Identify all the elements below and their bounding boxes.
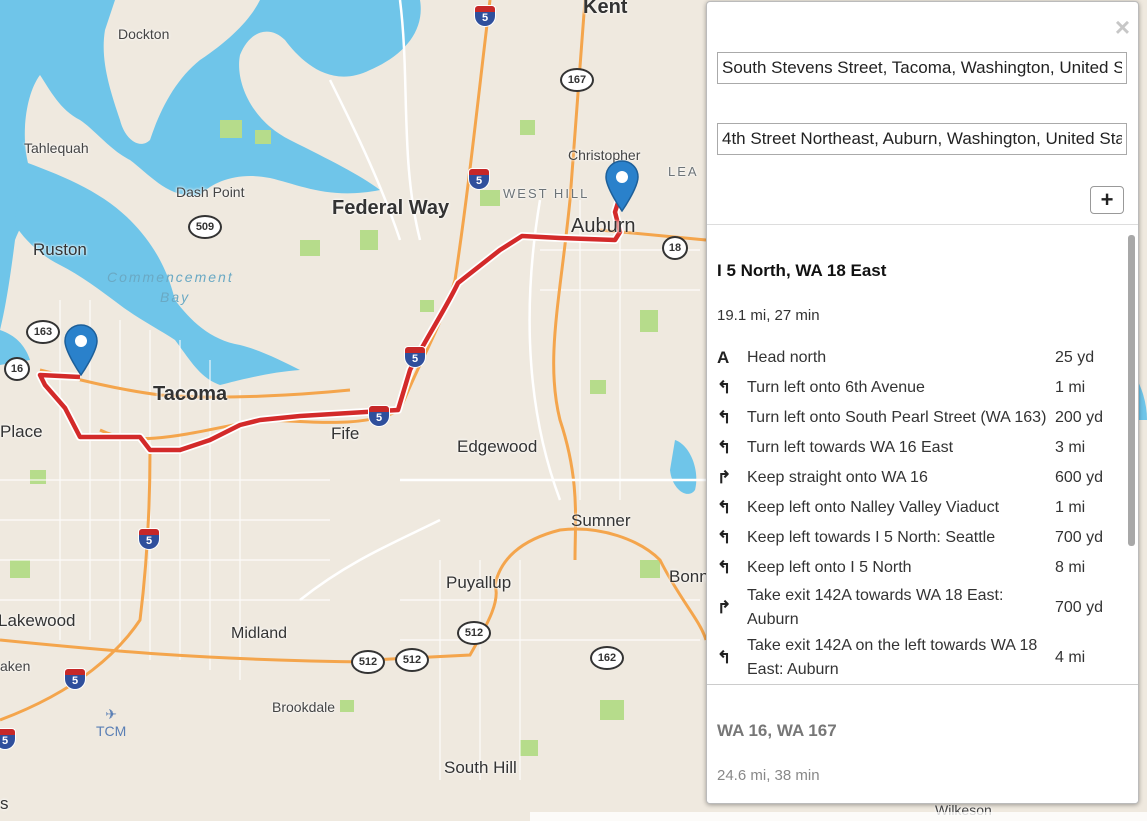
instruction-row[interactable]: ↰ Keep left onto I 5 North 8 mi: [717, 553, 1127, 583]
instruction-text: Keep left onto I 5 North: [747, 559, 912, 576]
from-address-input[interactable]: [717, 52, 1127, 84]
place-bonn: Bonn: [669, 567, 709, 586]
instruction-distance: 25 yd: [1055, 349, 1095, 366]
to-address-input[interactable]: [717, 123, 1127, 155]
instruction-row[interactable]: ↰ Turn left towards WA 16 East 3 mi: [717, 433, 1127, 463]
place-lakewood: Lakewood: [0, 611, 76, 630]
turn-left-icon: ↰: [717, 378, 732, 397]
scrollbar[interactable]: [1128, 235, 1135, 546]
map-attribution: [530, 812, 1147, 821]
place-kent: Kent: [583, 0, 628, 18]
instruction-row[interactable]: ↰ Take exit 142A on the left towards WA 1…: [717, 633, 1127, 683]
instruction-distance: 700 yd: [1055, 599, 1104, 616]
place-auburn: Auburn: [571, 215, 636, 237]
turn-left-icon: ↰: [717, 438, 732, 457]
instruction-text: Keep left towards I 5 North: Seattle: [747, 529, 996, 546]
instruction-distance: 8 mi: [1055, 559, 1086, 576]
instruction-text: Keep left onto Nalley Valley Viaduct: [747, 499, 1000, 516]
instruction-row[interactable]: ↰ Keep left onto Nalley Valley Viaduct 1 m…: [717, 493, 1127, 523]
add-waypoint-button[interactable]: +: [1090, 186, 1124, 214]
route-shield-512: 512: [457, 621, 491, 645]
instruction-row[interactable]: A Head north 25 yd: [717, 343, 1127, 373]
route-shield-167: 167: [560, 68, 594, 92]
instruction-text: Keep straight onto WA 16: [747, 469, 928, 486]
route-title: I 5 North, WA 18 East: [717, 261, 887, 280]
instruction-text: Turn left onto South Pearl Street (WA 16…: [747, 409, 1047, 426]
instruction-text: Turn left towards WA 16 East: [747, 439, 954, 456]
turn-right-icon: ↱: [717, 468, 732, 487]
place-puyallup: Puyallup: [446, 573, 512, 592]
route-shield-18: 18: [662, 236, 688, 260]
place-tacoma: Tacoma: [153, 383, 228, 405]
place-dockton: Dockton: [118, 26, 170, 42]
close-icon[interactable]: ×: [1115, 14, 1130, 40]
place-bay: Bay: [160, 289, 191, 305]
place-tahlequah: Tahlequah: [24, 140, 89, 156]
place-south-hill: South Hill: [444, 758, 517, 777]
place-commencement: Commencement: [107, 269, 234, 285]
instruction-text: Head north: [747, 349, 827, 366]
route-summary: 19.1 mi, 27 min: [717, 307, 820, 324]
route-shield-162: 162: [590, 646, 624, 670]
interstate-shield-icon: 5: [368, 405, 390, 427]
route-shield-509: 509: [188, 215, 222, 239]
route-shield-163: 163: [26, 320, 60, 344]
place-tcm: TCM: [96, 723, 127, 739]
place-west-hill: WEST HILL: [503, 186, 590, 201]
place-fife: Fife: [331, 424, 360, 443]
turn-left-icon: ↰: [717, 648, 732, 667]
route-alternative-selected[interactable]: I 5 North, WA 18 East 19.1 mi, 27 min AH…: [707, 225, 1127, 684]
route-shield-16: 16: [4, 357, 30, 381]
interstate-shield-icon: 5: [64, 668, 86, 690]
start-icon: A: [717, 348, 730, 367]
interstate-shield-icon: 5: [474, 5, 496, 27]
place-aken: aken: [0, 658, 31, 674]
instruction-list: A Head north 25 yd ↰ Turn left onto 6th Aven…: [717, 343, 1127, 683]
interstate-shield-icon: 5: [0, 728, 16, 750]
instruction-row[interactable]: ↰ Turn left onto South Pearl Street (WA 1…: [717, 403, 1127, 433]
airport-icon: ✈ TCM: [96, 706, 127, 739]
instruction-row[interactable]: ↰ Turn left onto 6th Avenue 1 mi: [717, 373, 1127, 403]
turn-right-icon: ↱: [717, 598, 732, 617]
route-list[interactable]: I 5 North, WA 18 East 19.1 mi, 27 min AH…: [707, 225, 1138, 803]
place-federal-way: Federal Way: [332, 197, 450, 219]
place-midland: Midland: [231, 625, 288, 642]
instruction-text: Take exit 142A towards WA 18 East: Aubur…: [747, 587, 1004, 628]
route-alternative[interactable]: WA 16, WA 167 24.6 mi, 38 min: [707, 685, 1138, 803]
turn-left-icon: ↰: [717, 558, 732, 577]
place-brookdale: Brookdale: [272, 699, 336, 715]
route-shield-512: 512: [351, 650, 385, 674]
instruction-distance: 1 mi: [1055, 379, 1086, 396]
route-title: WA 16, WA 167: [717, 721, 837, 740]
start-marker-icon[interactable]: [64, 324, 98, 376]
interstate-shield-icon: 5: [468, 168, 490, 190]
place-edgewood: Edgewood: [457, 437, 538, 456]
instruction-text: Turn left onto 6th Avenue: [747, 379, 925, 396]
instruction-text: Take exit 142A on the left towards WA 18…: [747, 637, 1038, 678]
end-marker-icon[interactable]: [605, 160, 639, 212]
instruction-distance: 3 mi: [1055, 439, 1086, 456]
place-dash-point: Dash Point: [176, 184, 245, 200]
place-lea: LEA: [668, 164, 699, 179]
instruction-distance: 200 yd: [1055, 409, 1104, 426]
instruction-distance: 700 yd: [1055, 529, 1104, 546]
place-ruston: Ruston: [33, 240, 87, 259]
instruction-distance: 4 mi: [1055, 649, 1086, 666]
place-place: Place: [0, 422, 43, 441]
route-summary: 24.6 mi, 38 min: [717, 767, 820, 784]
turn-left-icon: ↰: [717, 528, 732, 547]
routing-panel: × + I 5 North, WA 18 East 19.1 mi, 27 mi…: [706, 1, 1139, 804]
turn-left-icon: ↰: [717, 498, 732, 517]
instruction-row[interactable]: ↱ Take exit 142A towards WA 18 East: Aubu…: [717, 583, 1127, 633]
instruction-row[interactable]: ↱ Keep straight onto WA 16 600 yd: [717, 463, 1127, 493]
route-shield-512: 512: [395, 648, 429, 672]
place-sumner: Sumner: [571, 511, 631, 530]
interstate-shield-icon: 5: [404, 346, 426, 368]
instruction-distance: 600 yd: [1055, 469, 1104, 486]
instruction-distance: 1 mi: [1055, 499, 1086, 516]
interstate-shield-icon: 5: [138, 528, 160, 550]
place-s: s: [0, 794, 9, 813]
instruction-row[interactable]: ↰ Keep left towards I 5 North: Seattle 700…: [717, 523, 1127, 553]
turn-left-icon: ↰: [717, 408, 732, 427]
